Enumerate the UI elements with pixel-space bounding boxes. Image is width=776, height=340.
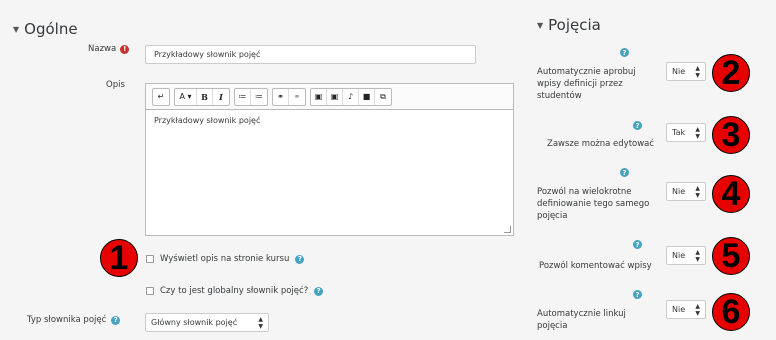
always-editable-select[interactable]: Tak ▲ ▼	[666, 123, 706, 142]
type-label: Typ słownika pojęć	[27, 315, 107, 325]
help-icon[interactable]: ?	[295, 254, 305, 264]
allow-comments-value: Nie	[672, 251, 686, 260]
auto-approve-label: Automatycznie aprobuj wpisy definicji pr…	[537, 67, 636, 101]
type-select[interactable]: Główny słownik pojęć ▲ ▼	[145, 313, 269, 332]
caret-down-icon: ▼	[537, 20, 544, 30]
link-button[interactable]: ⚭	[273, 88, 289, 105]
bold-button[interactable]: B	[197, 88, 213, 105]
type-select-value: Główny słownik pojęć	[151, 318, 238, 327]
multiple-definitions-select[interactable]: Nie ▲ ▼	[666, 182, 706, 201]
required-icon: !	[120, 44, 130, 54]
auto-approve-value: Nie	[672, 67, 686, 76]
general-section-header[interactable]: ▼ Ogólne	[13, 20, 78, 38]
italic-button[interactable]: I	[213, 89, 229, 105]
multiple-definitions-label: Pozwól na wielokrotne definiowanie tego …	[537, 187, 650, 221]
select-arrow-icon: ▲ ▼	[695, 64, 700, 79]
show-desc-row: Wyświetl opis na stronie kursu ?	[146, 254, 305, 264]
always-editable-label: Zawsze można edytować	[547, 139, 655, 149]
desc-label: Opis	[106, 80, 125, 90]
multiple-definitions-value: Nie	[672, 187, 686, 196]
image-button[interactable]: ▣	[311, 88, 327, 105]
show-desc-label: Wyświetl opis na stronie kursu	[160, 254, 290, 264]
help-icon[interactable]: ?	[633, 240, 642, 249]
annotation-badge-4: 4	[712, 175, 750, 213]
select-arrow-icon: ▲ ▼	[695, 125, 700, 140]
select-arrow-icon: ▲ ▼	[695, 248, 700, 263]
font-style-button[interactable]: A ▾	[175, 88, 197, 105]
name-input-value: Przykładowy słownik pojęć	[154, 50, 261, 59]
auto-link-value: Nie	[672, 305, 686, 314]
always-editable-value: Tak	[672, 128, 686, 137]
select-arrow-icon: ▲ ▼	[695, 184, 700, 199]
help-icon[interactable]: ?	[111, 315, 121, 325]
select-arrow-icon: ▲ ▼	[258, 315, 263, 330]
global-checkbox[interactable]	[146, 287, 154, 295]
collapse-toolbar-button[interactable]: ↵	[153, 89, 169, 105]
show-desc-checkbox[interactable]	[146, 255, 154, 263]
help-icon[interactable]: ?	[620, 48, 629, 57]
media-button[interactable]: ▣	[327, 88, 343, 105]
record-audio-button[interactable]: ♪	[343, 88, 359, 105]
unlink-button[interactable]: ⚭	[289, 89, 305, 105]
description-editor[interactable]: ↵ A ▾ B I ≔ ≔ ⚭ ⚭ ▣ ▣ ♪ ■ ⧉ Przykładowy …	[145, 83, 514, 236]
type-label-row: Typ słownika pojęć ?	[27, 315, 121, 325]
help-icon[interactable]: ?	[620, 168, 629, 177]
annotation-badge-5: 5	[712, 237, 750, 275]
name-label: Nazwa	[88, 44, 117, 54]
help-icon[interactable]: ?	[633, 121, 642, 130]
auto-link-select[interactable]: Nie ▲ ▼	[666, 300, 706, 319]
annotation-badge-6: 6	[712, 293, 750, 331]
editor-toolbar: ↵ A ▾ B I ≔ ≔ ⚭ ⚭ ▣ ▣ ♪ ■ ⧉	[146, 84, 513, 110]
general-section-title: Ogólne	[24, 20, 78, 38]
global-row: Czy to jest globalny słownik pojęć? ?	[146, 286, 324, 296]
resize-handle-icon[interactable]	[504, 226, 511, 233]
ordered-list-button[interactable]: ≔	[251, 89, 267, 105]
allow-comments-label: Pozwól komentować wpisy	[539, 261, 652, 271]
help-icon[interactable]: ?	[633, 290, 642, 299]
entries-section-title: Pojęcia	[548, 16, 601, 34]
editor-content[interactable]: Przykładowy słownik pojęć	[146, 110, 513, 131]
annotation-badge-1: 1	[100, 239, 138, 277]
caret-down-icon: ▼	[13, 24, 20, 34]
auto-link-label: Automatycznie linkuj pojęcia	[537, 309, 626, 331]
record-video-button[interactable]: ■	[359, 88, 375, 105]
entries-section-header[interactable]: ▼ Pojęcia	[537, 16, 601, 34]
name-label-row: Nazwa !	[88, 44, 130, 54]
select-arrow-icon: ▲ ▼	[695, 302, 700, 317]
manage-files-button[interactable]: ⧉	[375, 89, 391, 105]
help-icon[interactable]: ?	[314, 286, 324, 296]
auto-approve-select[interactable]: Nie ▲ ▼	[666, 62, 706, 81]
annotation-badge-3: 3	[712, 116, 750, 154]
global-label: Czy to jest globalny słownik pojęć?	[160, 286, 309, 296]
annotation-badge-2: 2	[712, 54, 750, 92]
name-input[interactable]: Przykładowy słownik pojęć	[145, 45, 476, 64]
unordered-list-button[interactable]: ≔	[235, 88, 251, 105]
allow-comments-select[interactable]: Nie ▲ ▼	[666, 246, 706, 265]
